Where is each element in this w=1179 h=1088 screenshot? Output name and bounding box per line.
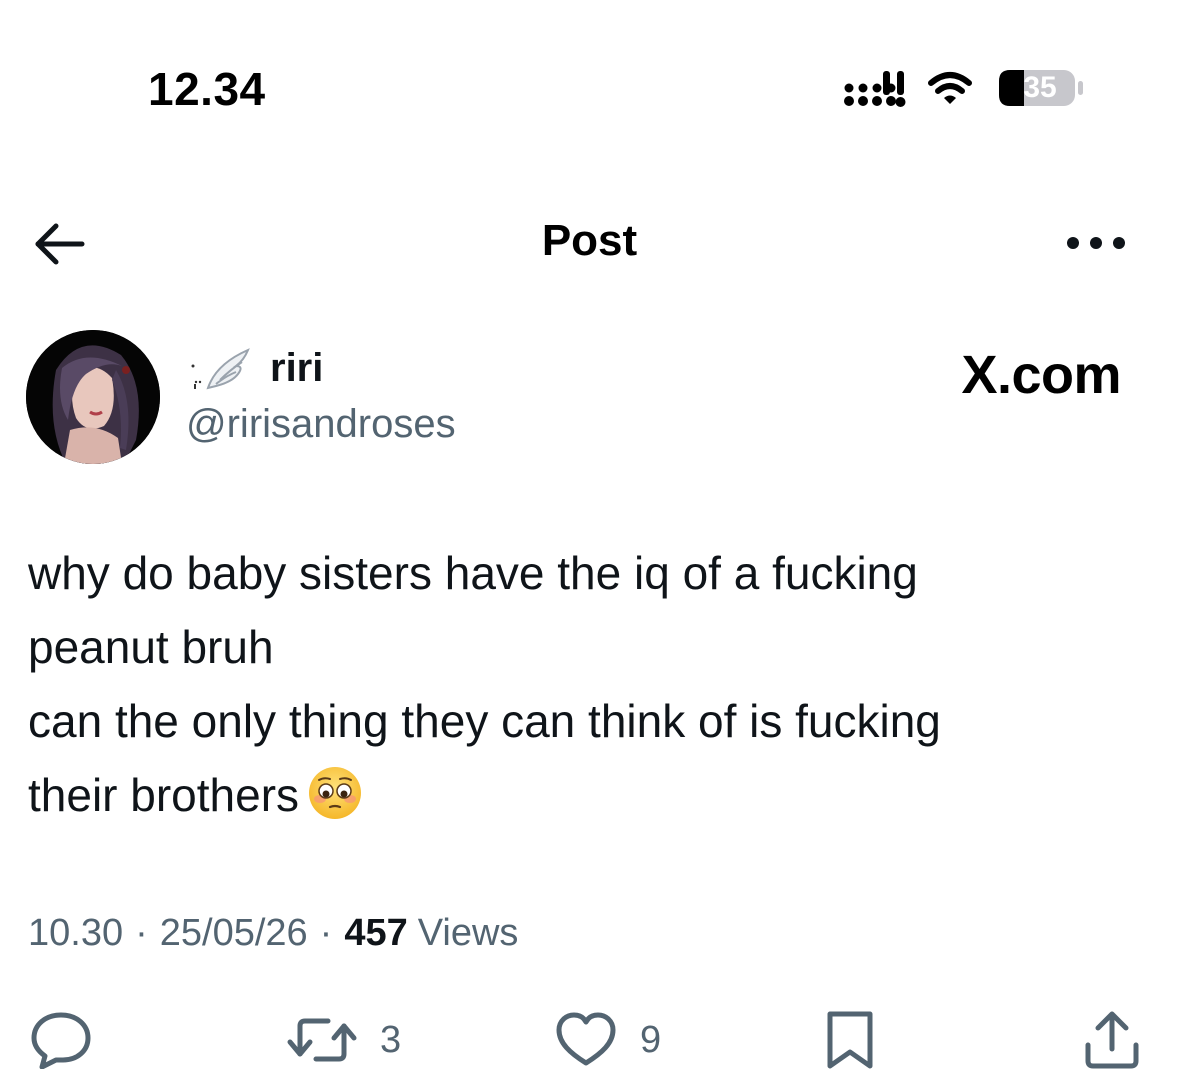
pleading-face-emoji: [309, 767, 362, 819]
share-button[interactable]: [1082, 1008, 1142, 1072]
tweet-line: can the only thing they can think of is …: [28, 695, 941, 747]
bookmark-icon: [827, 1011, 873, 1069]
avatar-image: [26, 330, 160, 464]
reply-icon: [31, 1012, 91, 1069]
tweet-time: 10.30: [28, 912, 124, 954]
author-handle[interactable]: @ririsandroses: [186, 402, 456, 447]
retweet-icon: [287, 1018, 357, 1062]
tweet-line-last: their brothers: [28, 758, 1148, 832]
wifi-icon: [928, 72, 972, 104]
reply-button[interactable]: [30, 1008, 92, 1072]
views-count[interactable]: 457: [344, 912, 407, 954]
tweet-line: peanut bruh: [28, 621, 274, 673]
x-watermark: X.com: [961, 345, 1121, 405]
meta-separator: ·: [135, 912, 148, 954]
views-label[interactable]: Views: [418, 912, 519, 954]
avatar[interactable]: [26, 330, 160, 464]
battery-indicator: 35: [996, 66, 1088, 110]
cellular-signal-icon: [844, 71, 906, 107]
bookmark-button[interactable]: [822, 1008, 878, 1072]
retweet-button[interactable]: 3: [286, 1008, 401, 1072]
like-button[interactable]: 9: [554, 1008, 661, 1072]
angel-wing-icon: [191, 348, 250, 390]
tweet-text: why do baby sisters have the iq of a fuc…: [28, 536, 1148, 832]
tweet-date: 25/05/26: [159, 912, 308, 954]
share-icon: [1085, 1011, 1139, 1069]
tweet-line: their brothers: [28, 769, 300, 821]
page-title: Post: [541, 216, 638, 265]
status-time: 12.34: [148, 63, 266, 115]
author-display-name[interactable]: riri: [270, 346, 323, 391]
heart-icon: [556, 1012, 616, 1066]
tweet-meta: 10.30 · 25/05/26 · 457 Views: [28, 912, 518, 955]
tweet-line: why do baby sisters have the iq of a fuc…: [28, 547, 918, 599]
battery-level: 35: [1023, 71, 1057, 104]
more-horizontal-icon[interactable]: [1064, 232, 1128, 254]
meta-separator: ·: [319, 912, 333, 954]
like-count: 9: [640, 1018, 662, 1061]
retweet-count: 3: [380, 1018, 402, 1061]
